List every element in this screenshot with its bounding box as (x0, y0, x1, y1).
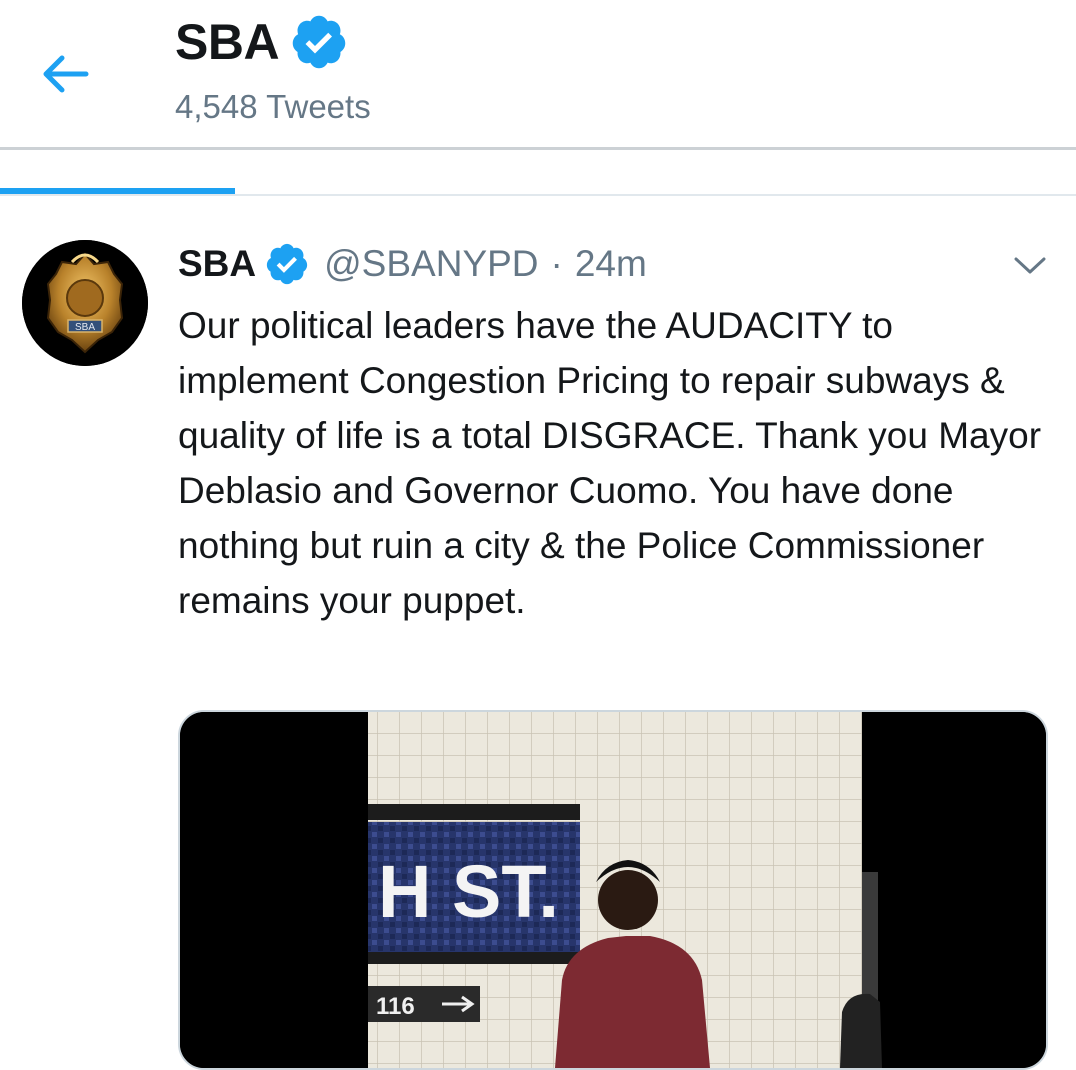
back-button[interactable] (38, 50, 94, 98)
avatar[interactable]: SBA (22, 240, 148, 366)
direction-sign: 116 (376, 993, 415, 1020)
verified-badge-icon (292, 15, 346, 69)
page-title: SBA (175, 12, 349, 72)
tweet-text: Our political leaders have the AUDACITY … (178, 305, 1042, 621)
profile-header: SBA 4,548 Tweets (0, 0, 1076, 148)
tweet-author-handle[interactable]: @SBANYPD (324, 243, 538, 285)
tweet-video[interactable]: H ST. 116 (178, 710, 1048, 1070)
meta-separator: · (550, 243, 563, 284)
tweet-menu-button[interactable] (1010, 250, 1050, 280)
tab-divider (0, 194, 1076, 196)
tweet-timestamp[interactable]: 24m (575, 243, 647, 285)
tweet-count: 4,548 Tweets (175, 88, 371, 125)
header-divider (0, 147, 1076, 150)
station-sign: H ST. (378, 850, 559, 933)
avatar-badge-label: SBA (75, 322, 95, 333)
profile-name: SBA (175, 14, 280, 70)
arrow-left-icon (43, 55, 89, 93)
tweet-header: SBA @SBANYPD · 24m (178, 240, 647, 288)
tweet-author-name[interactable]: SBA (178, 243, 256, 285)
video-frame: H ST. 116 (180, 712, 1046, 1068)
verified-badge-icon (266, 243, 308, 285)
police-badge-image: SBA (22, 240, 148, 366)
chevron-down-icon (1014, 257, 1046, 274)
